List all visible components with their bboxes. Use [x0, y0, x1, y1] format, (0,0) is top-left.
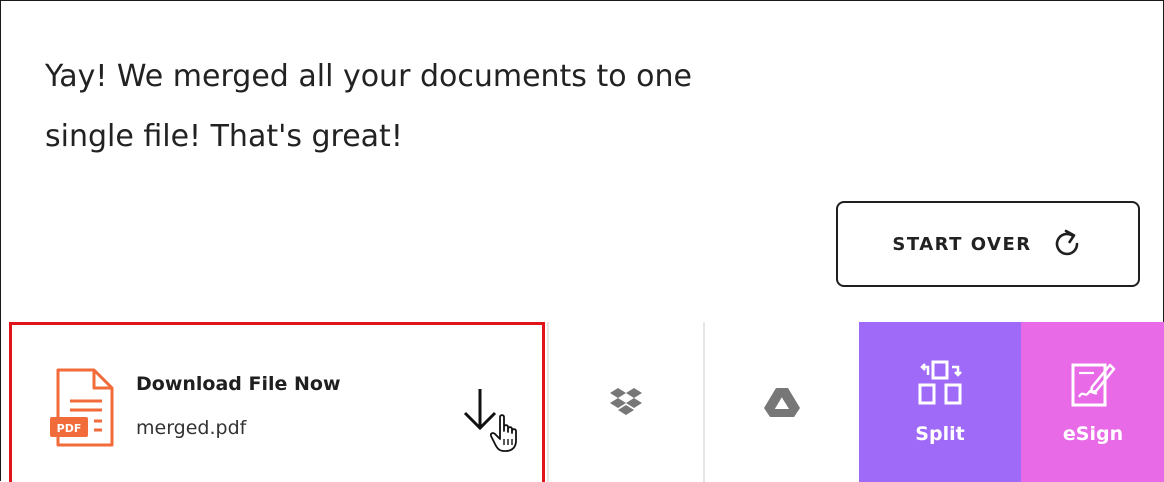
google-drive-icon [764, 388, 800, 417]
esign-button[interactable]: eSign [1021, 322, 1164, 482]
split-icon [918, 360, 962, 405]
pdf-badge-text: PDF [57, 422, 82, 435]
action-row: PDF Download File Now merged.pdf Split e… [1, 322, 1164, 482]
success-message-line-2: single file! That's great! [45, 119, 403, 154]
dropbox-icon [610, 388, 642, 415]
esign-label: eSign [1062, 423, 1124, 445]
split-button[interactable]: Split [859, 322, 1021, 482]
save-to-google-drive-button[interactable] [703, 322, 859, 482]
save-to-dropbox-button[interactable] [547, 322, 703, 482]
download-file-button[interactable]: PDF Download File Now merged.pdf [9, 322, 545, 482]
start-over-button[interactable]: START OVER [836, 201, 1140, 287]
hand-cursor-icon [490, 414, 517, 452]
download-filename: merged.pdf [136, 417, 247, 439]
success-message-line-1: Yay! We merged all your documents to one [45, 59, 692, 94]
download-title: Download File Now [136, 373, 341, 395]
result-panel: Yay! We merged all your documents to one… [0, 0, 1164, 482]
pdf-file-icon: PDF [50, 368, 114, 447]
esign-icon [1071, 363, 1116, 407]
refresh-icon [1055, 229, 1078, 256]
success-message: Yay! We merged all your documents to one… [45, 47, 765, 167]
start-over-label: START OVER [892, 233, 1032, 255]
split-label: Split [915, 423, 965, 445]
